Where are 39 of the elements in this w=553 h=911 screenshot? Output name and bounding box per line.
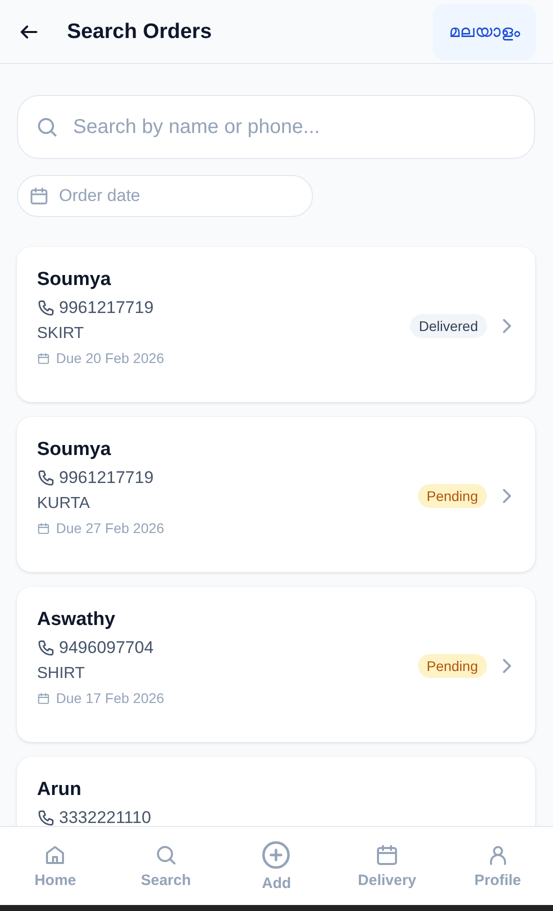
garment-type: SKIRT (37, 325, 85, 343)
status-badge: Delivered (410, 314, 487, 338)
customer-name: Aswathy (37, 609, 116, 631)
customer-name: Soumya (37, 439, 112, 461)
phone-number: 9496097704 (59, 638, 154, 658)
chevron-right-icon (501, 316, 513, 334)
order-card[interactable]: Soumya 9961217719 KURTA Due 27 Feb 2026 Pending (17, 417, 535, 572)
phone-number: 9961217719 (59, 468, 154, 488)
phone-number: 3332221110 (59, 808, 152, 826)
customer-name: Soumya (37, 269, 112, 291)
chevron-right-icon (501, 486, 513, 504)
date-field[interactable]: Order date (17, 175, 313, 217)
plus-circle-icon (261, 840, 292, 870)
phone-icon (37, 299, 55, 317)
order-card[interactable]: Arun 3332221110 (17, 757, 535, 826)
order-card[interactable]: Aswathy 9496097704 SHIRT Due 17 Feb 2026 Pending (17, 587, 535, 742)
calendar-icon (37, 522, 50, 534)
due-date: Due 27 Feb 2026 (56, 520, 164, 536)
calendar-icon (37, 692, 50, 704)
search-icon (35, 115, 59, 139)
order-card[interactable]: Soumya 9961217719 SKIRT Due 20 Feb 2026 Delivered (17, 247, 535, 402)
due-date: Due 17 Feb 2026 (56, 690, 164, 706)
customer-name: Arun (37, 779, 82, 801)
status-badge: Pending (418, 654, 487, 678)
calendar-icon (375, 843, 400, 867)
status-badge: Pending (418, 484, 487, 508)
language-button[interactable]: മലയാളം (433, 4, 536, 60)
calendar-icon (37, 352, 50, 364)
phone-icon (37, 809, 55, 826)
phone-icon (37, 639, 55, 657)
calendar-icon (29, 186, 49, 206)
due-date: Due 20 Feb 2026 (56, 350, 164, 366)
garment-type: SHIRT (37, 665, 86, 683)
page-title: Search Orders (67, 20, 213, 44)
garment-type: KURTA (37, 495, 91, 513)
phone-icon (37, 469, 55, 487)
search-field[interactable]: Search by name or phone... (17, 95, 535, 159)
phone-number: 9961217719 (59, 298, 154, 318)
chevron-right-icon (501, 656, 513, 674)
